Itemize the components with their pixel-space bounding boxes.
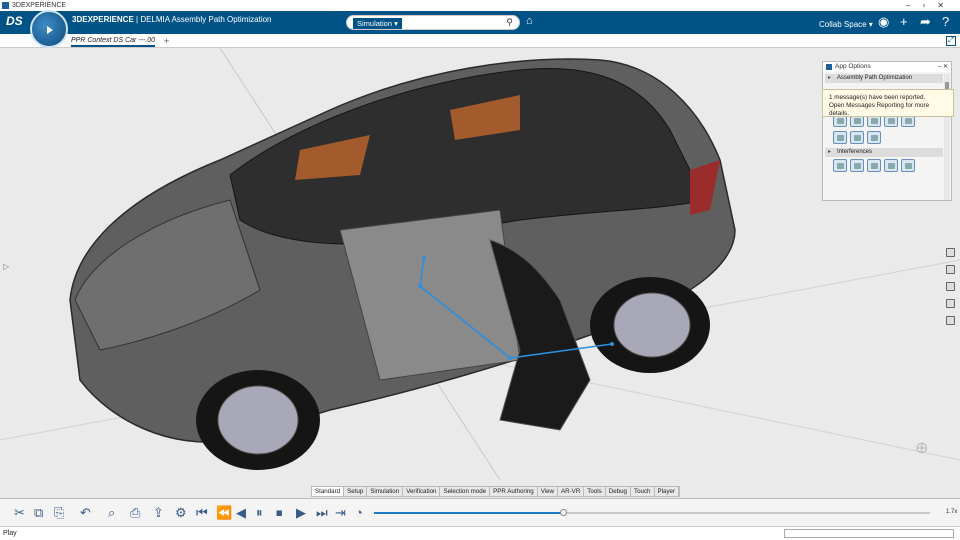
command-tab[interactable]: PPR Authoring: [490, 487, 538, 496]
add-tab-button[interactable]: +: [164, 36, 169, 46]
play-reverse-icon[interactable]: ◀: [236, 506, 246, 520]
command-tab[interactable]: Setup: [344, 487, 368, 496]
window-titlebar: 3DEXPERIENCE –▫✕: [0, 0, 960, 11]
play-icon[interactable]: ▶: [296, 506, 306, 520]
command-tab[interactable]: Touch: [630, 487, 655, 496]
orientation-compass-icon[interactable]: ⊕: [915, 438, 941, 460]
view-tool-icon[interactable]: [946, 316, 955, 325]
section-assembly-path[interactable]: Assembly Path Optimization: [825, 74, 943, 83]
timeline-slider[interactable]: [374, 512, 930, 514]
app-icon: [2, 2, 9, 9]
fullscreen-icon[interactable]: ⤢: [946, 36, 956, 46]
status-input[interactable]: [784, 529, 954, 538]
command-tab[interactable]: Simulation: [367, 487, 404, 496]
tool-icon[interactable]: [884, 159, 898, 172]
undo-icon[interactable]: ↶: [80, 506, 91, 520]
tool-icon[interactable]: [850, 159, 864, 172]
messages-tooltip: 1 message(s) have been reported. Open Me…: [822, 89, 954, 117]
command-tab[interactable]: Verification: [403, 487, 441, 496]
camera-icon[interactable]: [946, 282, 955, 291]
tool-icon[interactable]: [850, 131, 864, 144]
step-back-icon[interactable]: ⏪: [216, 506, 232, 520]
tool-icon[interactable]: [901, 159, 915, 172]
skip-end-icon[interactable]: ⏭: [316, 506, 328, 520]
expand-left-icon[interactable]: ▷: [3, 262, 9, 271]
compass-icon[interactable]: [30, 10, 68, 48]
ds-logo-icon[interactable]: DS: [6, 14, 26, 30]
brand-name: 3DEXPERIENCE: [72, 15, 134, 24]
panel-close-icon[interactable]: – ✕: [938, 62, 948, 72]
pause-icon[interactable]: ⏸: [256, 506, 263, 520]
help-icon[interactable]: ?: [942, 14, 949, 29]
command-tab[interactable]: Standard: [312, 487, 345, 496]
tool-icon[interactable]: [833, 159, 847, 172]
copy-icon[interactable]: ⧉: [34, 506, 43, 520]
export-icon[interactable]: ⇪: [153, 506, 164, 520]
loop-icon[interactable]: ⇥: [335, 506, 346, 520]
capture-icon[interactable]: ⎙: [130, 506, 140, 520]
right-toolbar: [946, 248, 958, 333]
tooltip-line-1: 1 message(s) have been reported.: [829, 94, 926, 101]
skip-start-icon[interactable]: ⏮: [196, 506, 208, 520]
car-model-3d[interactable]: [0, 48, 960, 498]
search-bar[interactable]: Simulation ▾ ⚲: [346, 15, 520, 30]
tooltip-line-2: Open Messages Reporting for more details…: [829, 102, 930, 117]
speed-value: 1.7x: [946, 509, 958, 515]
command-tab[interactable]: Selection mode: [440, 487, 491, 496]
command-tab[interactable]: Player: [654, 487, 680, 496]
app-options-header: App Options – ✕: [823, 62, 951, 72]
zoom-icon[interactable]: ⌕: [108, 506, 115, 520]
command-tab[interactable]: AR-VR: [558, 487, 585, 496]
window-title: 3DEXPERIENCE: [12, 2, 67, 9]
timeline-progress: [374, 512, 564, 514]
search-icon[interactable]: ⚲: [506, 17, 513, 28]
section-interferences[interactable]: Interferences: [825, 148, 943, 157]
window-controls[interactable]: –▫✕: [906, 0, 956, 11]
view-tool-icon[interactable]: [946, 299, 955, 308]
tool-icon[interactable]: [867, 131, 881, 144]
3d-viewport[interactable]: [0, 48, 960, 498]
paste-icon[interactable]: ⎘: [54, 506, 64, 520]
share-icon[interactable]: ➦: [920, 14, 931, 30]
command-tab[interactable]: Tools: [584, 487, 606, 496]
app-brand: 3DEXPERIENCE | DELMIA Assembly Path Opti…: [72, 15, 272, 24]
view-tool-icon[interactable]: [946, 265, 955, 274]
collab-space-select[interactable]: Collab Space ▾: [819, 20, 873, 29]
app-options-panel: App Options – ✕ Assembly Path Optimizati…: [822, 61, 952, 201]
app-options-icon: [826, 64, 832, 70]
tool-icon[interactable]: [833, 131, 847, 144]
compass-play-icon: [47, 26, 53, 34]
user-icon[interactable]: ◉: [878, 14, 889, 30]
timeline-handle[interactable]: [560, 509, 568, 516]
search-scope-select[interactable]: Simulation ▾: [353, 18, 402, 29]
command-tab[interactable]: View: [537, 487, 559, 496]
status-text: Play: [3, 530, 17, 537]
cut-icon[interactable]: ✂: [14, 506, 25, 520]
brand-app: | DELMIA: [133, 15, 172, 24]
speed-dial-icon[interactable]: ◔: [355, 506, 363, 520]
settings-icon[interactable]: ⚙: [175, 506, 187, 520]
view-tool-icon[interactable]: [946, 248, 955, 257]
add-icon[interactable]: +: [900, 14, 908, 29]
stop-icon[interactable]: ⏹: [276, 506, 283, 520]
tag-icon[interactable]: ⌂: [526, 15, 533, 27]
command-tab[interactable]: Debug: [605, 487, 631, 496]
tab-ppr-context[interactable]: PPR Context DS Car ---.00: [71, 37, 156, 47]
brand-module: Assembly Path Optimization: [171, 15, 272, 24]
assembly-tools-row-2: [823, 129, 951, 146]
interference-tools-row: [823, 157, 951, 174]
app-options-title: App Options: [835, 63, 871, 70]
command-tabs: Standard Setup Simulation Verification Selec…: [311, 486, 681, 497]
tool-icon[interactable]: [867, 159, 881, 172]
